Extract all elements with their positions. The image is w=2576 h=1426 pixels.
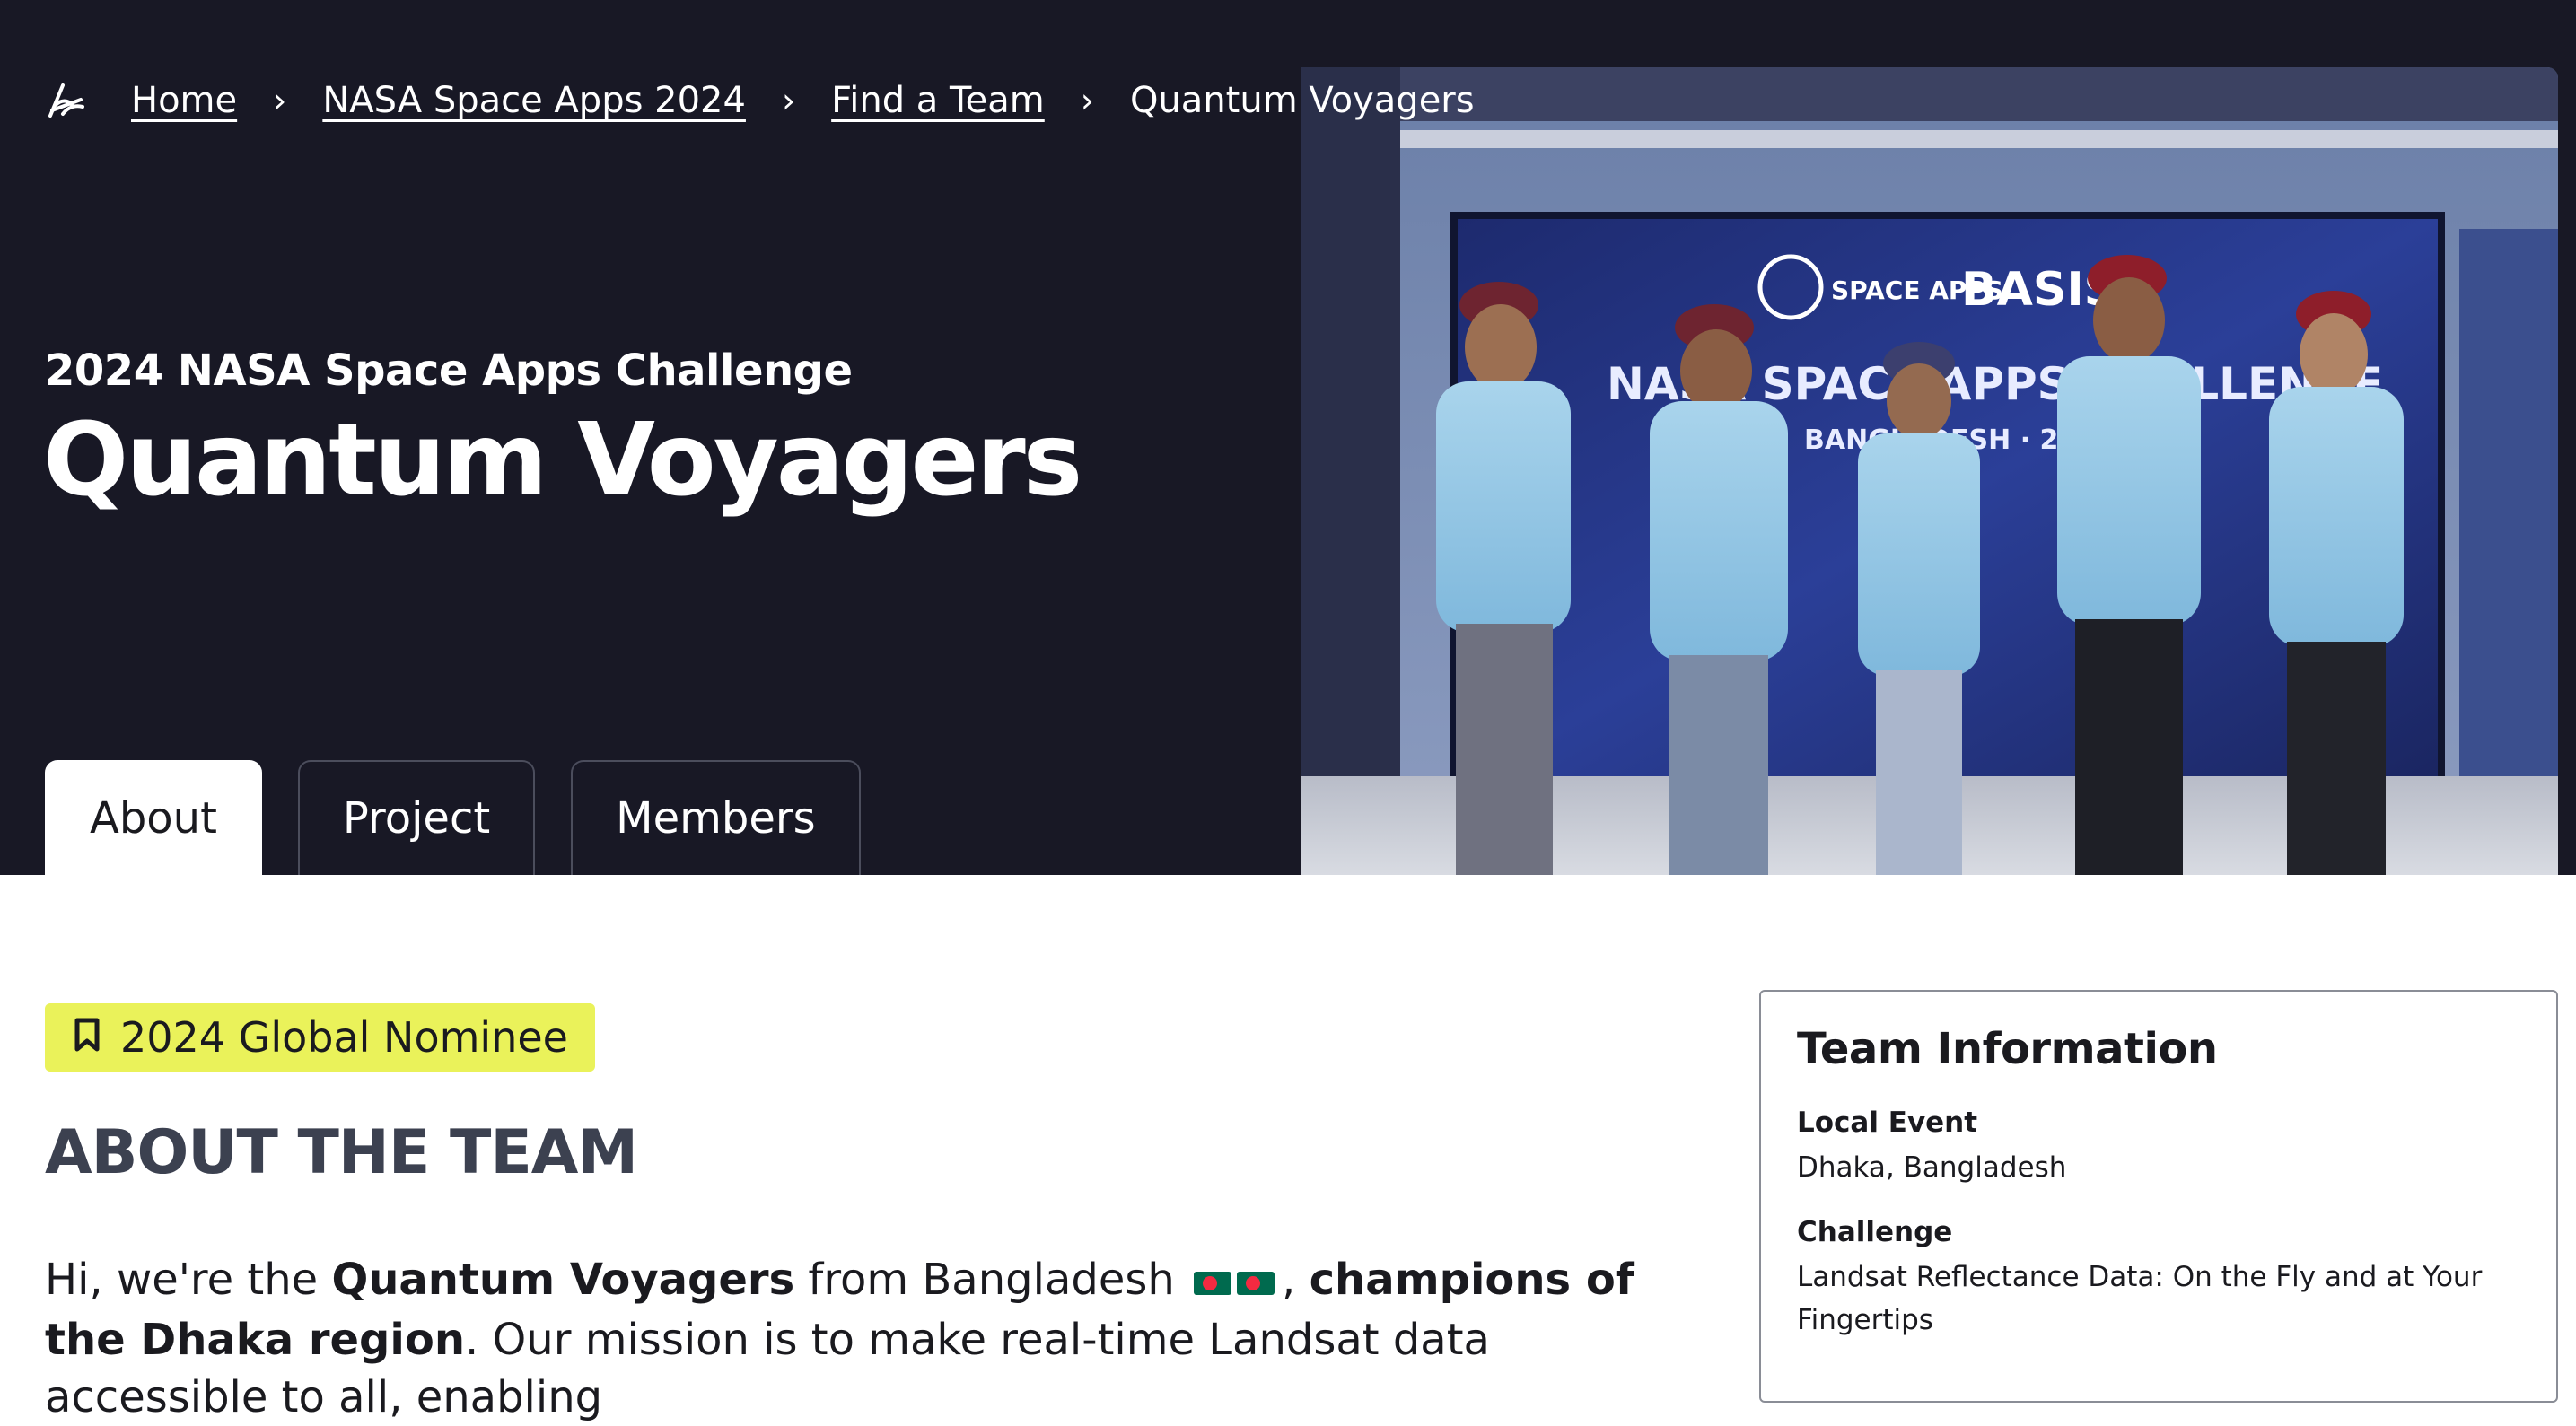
local-event-label: Local Event bbox=[1797, 1107, 1978, 1139]
about-text-3: , bbox=[1282, 1255, 1310, 1305]
challenge-label: Challenge bbox=[1797, 1216, 1953, 1248]
challenge-value: Landsat Reflectance Data: On the Fly and… bbox=[1797, 1261, 2483, 1336]
local-event-value: Dhaka, Bangladesh bbox=[1797, 1151, 2067, 1184]
badge-label: 2024 Global Nominee bbox=[120, 1013, 568, 1062]
hero-section: SPACE APPS BASIS NASA SPACE APPS CHALLEN… bbox=[0, 0, 2576, 875]
team-photo: SPACE APPS BASIS NASA SPACE APPS CHALLEN… bbox=[1301, 67, 2558, 875]
about-text-1: Hi, we're the bbox=[45, 1255, 332, 1305]
event-subtitle: 2024 NASA Space Apps Challenge bbox=[45, 346, 853, 396]
tab-project[interactable]: Project bbox=[297, 760, 536, 875]
tab-bar: About Project Members bbox=[45, 760, 861, 875]
status-badge: 2024 Global Nominee bbox=[45, 1003, 595, 1072]
breadcrumb-chevron-icon: › bbox=[273, 81, 287, 120]
about-paragraph: Hi, we're the Quantum Voyagers from Bang… bbox=[45, 1251, 1660, 1426]
tab-members[interactable]: Members bbox=[571, 760, 861, 875]
breadcrumb-chevron-icon: › bbox=[781, 81, 796, 120]
breadcrumb-event[interactable]: NASA Space Apps 2024 bbox=[322, 80, 746, 121]
breadcrumb-home[interactable]: Home bbox=[131, 80, 237, 121]
bangladesh-flag-icon bbox=[1192, 1254, 1278, 1311]
team-info-card: Team Information Local Event Dhaka, Bang… bbox=[1759, 990, 2558, 1403]
site-logo-icon[interactable] bbox=[45, 78, 90, 123]
about-heading: ABOUT THE TEAM bbox=[45, 1117, 638, 1188]
tab-about[interactable]: About bbox=[45, 760, 262, 875]
breadcrumb-chevron-icon: › bbox=[1080, 81, 1094, 120]
breadcrumb: Home › NASA Space Apps 2024 › Find a Tea… bbox=[45, 74, 1475, 127]
team-info-title: Team Information bbox=[1797, 1024, 2218, 1074]
about-text-2: from Bangladesh bbox=[794, 1255, 1189, 1305]
page-title: Quantum Voyagers bbox=[43, 402, 1082, 519]
bookmark-icon bbox=[74, 1013, 101, 1062]
breadcrumb-current: Quantum Voyagers bbox=[1129, 80, 1475, 121]
breadcrumb-find-team[interactable]: Find a Team bbox=[831, 80, 1045, 121]
about-team-name: Quantum Voyagers bbox=[331, 1255, 795, 1305]
